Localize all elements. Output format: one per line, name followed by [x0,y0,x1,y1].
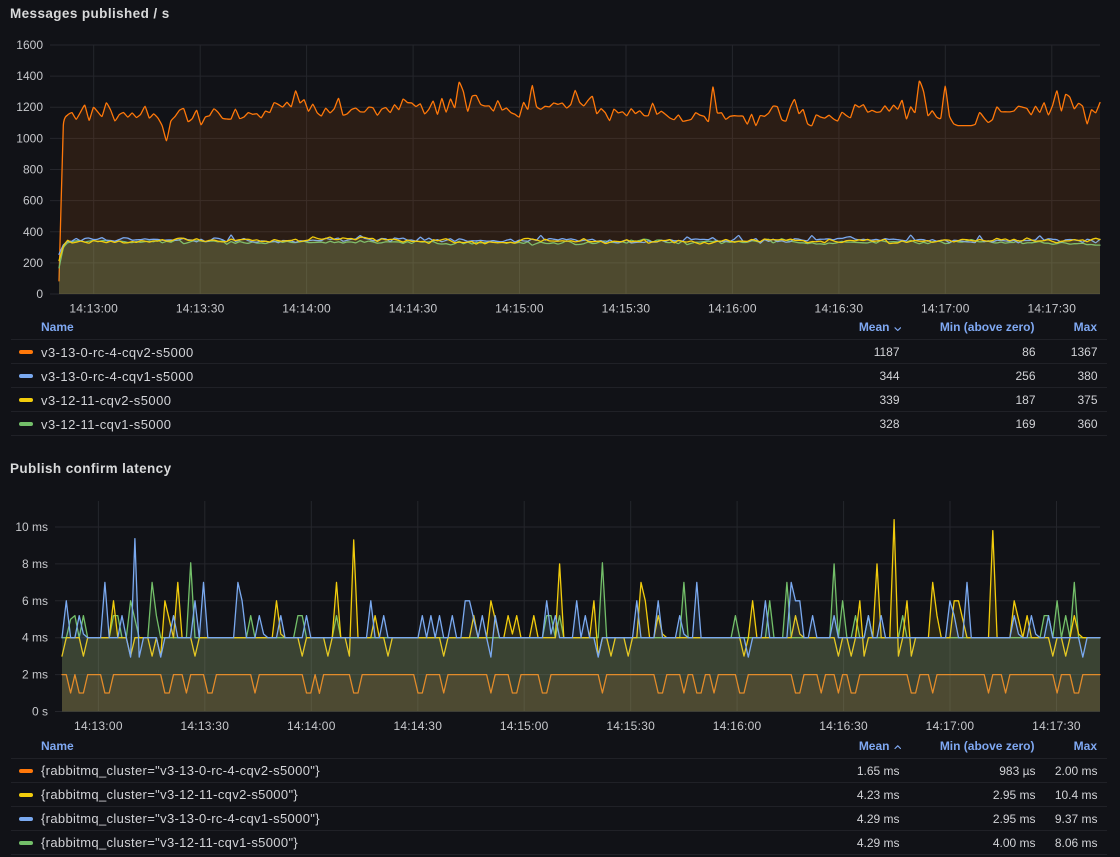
svg-text:14:14:00: 14:14:00 [282,302,331,316]
svg-text:14:15:00: 14:15:00 [495,302,544,316]
svg-text:14:16:30: 14:16:30 [819,719,868,733]
svg-text:800: 800 [23,163,43,177]
svg-text:14:17:30: 14:17:30 [1027,302,1076,316]
svg-text:1200: 1200 [16,100,43,114]
svg-text:1400: 1400 [16,69,43,83]
svg-text:14:15:30: 14:15:30 [602,302,651,316]
svg-text:14:13:00: 14:13:00 [74,719,123,733]
svg-text:0 s: 0 s [32,705,48,719]
svg-text:400: 400 [23,225,43,239]
svg-text:8 ms: 8 ms [22,557,48,571]
svg-text:14:14:00: 14:14:00 [287,719,336,733]
svg-text:14:15:30: 14:15:30 [606,719,655,733]
svg-text:14:14:30: 14:14:30 [389,302,438,316]
svg-text:14:15:00: 14:15:00 [500,719,549,733]
svg-text:1600: 1600 [16,38,43,52]
svg-text:1000: 1000 [16,131,43,145]
svg-text:14:14:30: 14:14:30 [393,719,442,733]
svg-text:10 ms: 10 ms [15,520,48,534]
svg-text:14:16:30: 14:16:30 [815,302,864,316]
svg-text:6 ms: 6 ms [22,594,48,608]
svg-text:14:16:00: 14:16:00 [713,719,762,733]
svg-text:4 ms: 4 ms [22,631,48,645]
svg-text:14:17:00: 14:17:00 [921,302,970,316]
svg-text:600: 600 [23,194,43,208]
svg-text:200: 200 [23,256,43,270]
svg-text:14:13:30: 14:13:30 [176,302,225,316]
svg-text:14:16:00: 14:16:00 [708,302,757,316]
svg-text:14:13:00: 14:13:00 [69,302,118,316]
svg-text:14:17:00: 14:17:00 [926,719,975,733]
svg-text:14:13:30: 14:13:30 [180,719,229,733]
svg-text:2 ms: 2 ms [22,668,48,682]
svg-text:0: 0 [36,287,43,301]
svg-text:14:17:30: 14:17:30 [1032,719,1081,733]
